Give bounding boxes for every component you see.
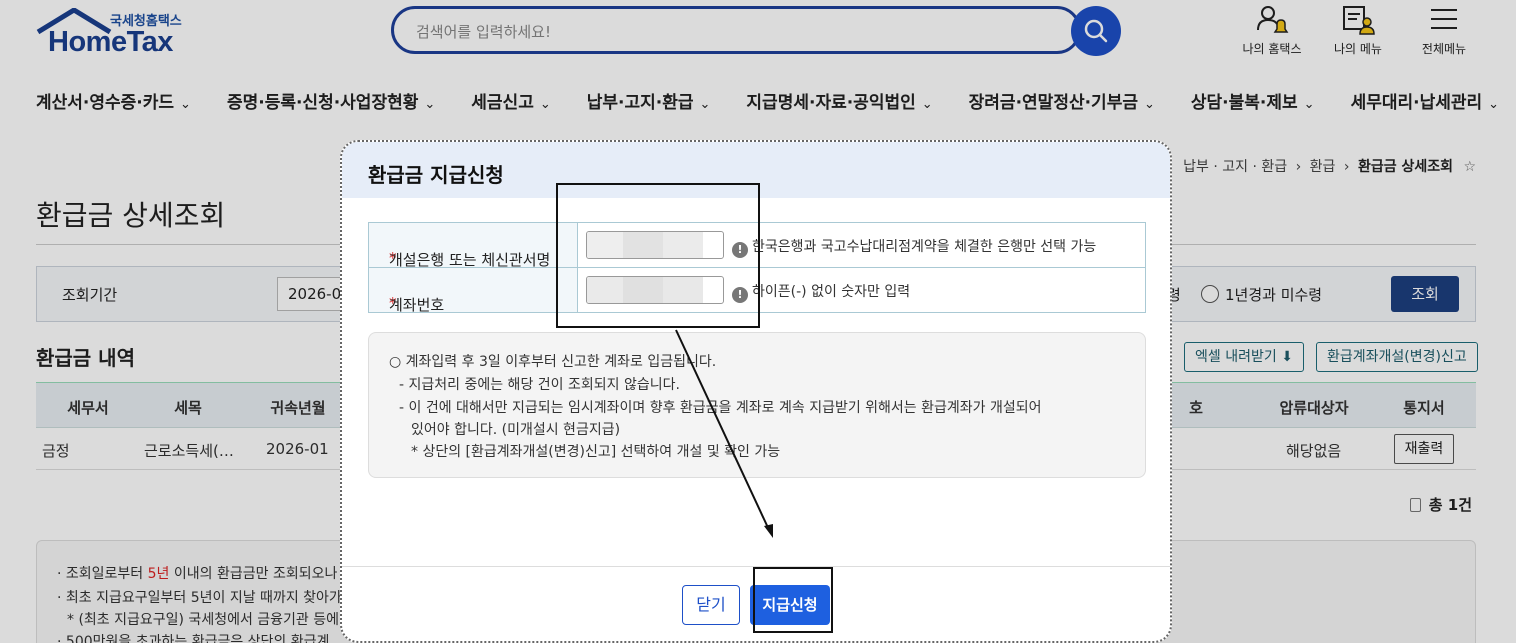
- annotation-arrow-icon: [675, 329, 773, 538]
